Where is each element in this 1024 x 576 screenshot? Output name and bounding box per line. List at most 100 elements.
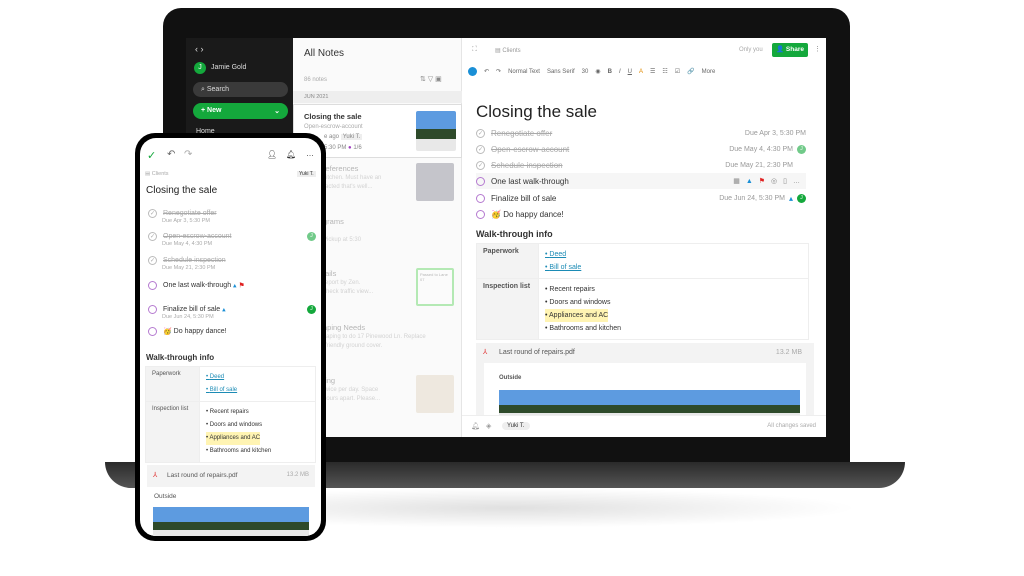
assignee-avatar: J: [307, 232, 316, 241]
link-bill-of-sale[interactable]: Bill of sale: [206, 384, 309, 397]
check-icon[interactable]: ✓: [148, 232, 157, 241]
bold-icon[interactable]: B: [608, 69, 612, 75]
more-options-icon[interactable]: ⋮: [814, 45, 821, 53]
list-item: Doors and windows: [206, 419, 309, 432]
reminder-icon: ▴: [788, 193, 793, 203]
color-icon[interactable]: ◉: [595, 68, 600, 75]
task-item[interactable]: ✓ Open-escrow-account Due May 4, 4:30 PM J: [476, 141, 806, 157]
tag-chip[interactable]: Yuki T.: [297, 171, 316, 177]
pdf-page: Outside: [147, 487, 315, 536]
task-item-active[interactable]: One last walk-through ▦▲⚑◎▯…: [476, 173, 806, 189]
more-icon[interactable]: …: [306, 149, 314, 158]
checkbox[interactable]: [476, 176, 485, 186]
bullet-list-icon[interactable]: ☰: [650, 68, 655, 75]
pdf-attachment[interactable]: ⅄ Last round of repairs.pdf 13.2 MB Outs…: [476, 343, 814, 423]
flag-icon: ⚑: [758, 178, 772, 185]
link-deed[interactable]: Deed: [545, 248, 802, 261]
undo-icon[interactable]: ↶: [484, 68, 489, 75]
style-dropdown[interactable]: Normal Text: [508, 69, 540, 75]
list-item: Recent repairs: [545, 283, 802, 296]
section-heading: Walk-through info: [476, 229, 553, 239]
note-title[interactable]: grams: [323, 217, 344, 226]
highlight-icon[interactable]: A: [639, 69, 643, 75]
checkbox[interactable]: [148, 281, 157, 290]
task-due: Due Jun 24, 5:30 PM: [719, 194, 785, 202]
more-dropdown[interactable]: More: [702, 69, 716, 75]
task-label: Renegotiate offer: [491, 128, 553, 138]
back-icon[interactable]: ‹ ›: [195, 44, 204, 54]
party-emoji-icon: 🥳: [163, 328, 172, 336]
font-dropdown[interactable]: Sans Serif: [547, 69, 575, 75]
section-heading: Walk-through info: [146, 353, 215, 362]
check-icon[interactable]: ✓: [148, 209, 157, 218]
link-icon[interactable]: 🔗: [687, 68, 694, 75]
task-actions[interactable]: ▦▲⚑◎▯…: [733, 177, 806, 185]
task-item[interactable]: One last walk-through ▴ ⚑: [148, 281, 316, 290]
note-title[interactable]: aping Needs: [323, 323, 365, 332]
notebook-breadcrumb[interactable]: ▤ Clients: [145, 171, 169, 177]
user-name[interactable]: Jamie Gold: [211, 64, 246, 71]
check-icon[interactable]: ✓: [148, 256, 157, 265]
redo-icon[interactable]: ↷: [184, 149, 192, 160]
checkbox[interactable]: [148, 327, 157, 336]
note-snippet: racted that's well...: [323, 184, 373, 190]
link-bill-of-sale[interactable]: Bill of sale: [545, 261, 802, 274]
insert-icon[interactable]: [468, 67, 477, 76]
more-icon: …: [793, 178, 806, 185]
note-title[interactable]: Closing the sale: [146, 185, 217, 196]
task-item[interactable]: ✓ Renegotiate offer Due Apr 3, 5:30 PM: [476, 125, 806, 141]
checklist-icon[interactable]: ☑: [675, 68, 680, 75]
attachment-size: 13.2 MB: [775, 349, 802, 356]
checkbox[interactable]: [148, 305, 157, 314]
underline-icon[interactable]: U: [628, 69, 632, 75]
task-item[interactable]: Finalize bill of sale ▴ J Due Jun 24, 5:30…: [148, 305, 316, 320]
chevron-down-icon[interactable]: ⌄: [274, 107, 280, 115]
share-icon[interactable]: 👤︎: [267, 150, 277, 159]
done-check-icon[interactable]: ✓: [147, 149, 156, 162]
check-icon[interactable]: ✓: [476, 144, 485, 154]
sort-filter-icons[interactable]: ⇅ ▽ ▣: [420, 75, 442, 83]
check-icon[interactable]: ✓: [476, 160, 485, 170]
reminder-icon[interactable]: 🔔︎: [286, 150, 296, 159]
numbered-list-icon[interactable]: ☷: [662, 68, 667, 75]
task-label: Schedule inspection: [491, 160, 563, 170]
share-label: Share: [785, 46, 804, 53]
share-button[interactable]: 👤 Share: [772, 43, 808, 57]
task-item[interactable]: ✓ Renegotiate offer Due Apr 3, 5:30 PM: [148, 209, 316, 224]
editor-footer: 🔔︎ ◈ Yuki T. All changes saved: [462, 415, 826, 437]
check-icon[interactable]: ✓: [476, 128, 485, 138]
task-item[interactable]: Finalize bill of sale Due Jun 24, 5:30 PM…: [476, 190, 806, 206]
pdf-attachment[interactable]: ⅄ Last round of repairs.pdf 13.2 MB Outs…: [147, 465, 315, 536]
note-time: 5:30 PM: [324, 145, 347, 151]
task-item[interactable]: ✓ Schedule inspection Due May 21, 2:30 PM: [148, 256, 316, 271]
note-list-title: All Notes: [304, 48, 345, 59]
note-title: Closing the sale: [304, 112, 362, 121]
task-item[interactable]: ✓ Schedule inspection Due May 21, 2:30 PM: [476, 157, 806, 173]
notebook-breadcrumb[interactable]: ▤ Clients: [495, 47, 521, 54]
task-item[interactable]: 🥳 Do happy dance!: [476, 206, 806, 222]
new-button[interactable]: + New ⌄: [193, 103, 288, 119]
checkbox[interactable]: [476, 209, 485, 219]
size-dropdown[interactable]: 30: [582, 69, 589, 75]
reminder-icon[interactable]: 🔔︎: [471, 422, 480, 430]
redo-icon[interactable]: ↷: [496, 68, 501, 75]
search-input[interactable]: ⌕ Search: [193, 82, 288, 97]
pdf-icon: ⅄: [483, 349, 488, 356]
checkbox[interactable]: [476, 193, 485, 203]
task-item[interactable]: ✓ Open-escrow-account J Due May 4, 4:30 PM: [148, 232, 316, 247]
note-title[interactable]: references: [323, 164, 358, 173]
italic-icon[interactable]: I: [619, 69, 621, 75]
note-editor: ⛶ ▤ Clients Only you 👤 Share ⋮ ↶ ↷ Normal…: [462, 38, 826, 437]
assignee-chip[interactable]: Yuki T.: [502, 422, 530, 430]
task-item[interactable]: 🥳 Do happy dance!: [148, 327, 316, 336]
assignee-avatar: J: [797, 193, 806, 203]
reminder-icon: ▴: [233, 282, 237, 290]
expand-icon[interactable]: ⛶: [472, 46, 477, 54]
link-deed[interactable]: Deed: [206, 371, 309, 384]
assignee-avatar: J: [307, 305, 316, 314]
tag-icon[interactable]: ◈: [486, 422, 491, 430]
undo-icon[interactable]: ↶: [167, 149, 175, 160]
note-title[interactable]: Closing the sale: [476, 102, 597, 122]
new-label: New: [207, 107, 222, 114]
task-due: Due May 21, 2:30 PM: [725, 161, 793, 169]
